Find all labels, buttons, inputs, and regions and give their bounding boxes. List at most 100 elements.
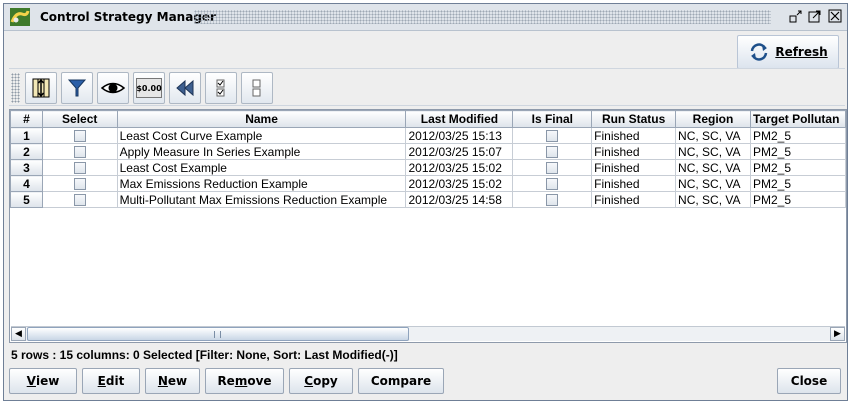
edit-button[interactable]: Edit xyxy=(82,368,140,394)
title-bar[interactable]: Control Strategy Manager xyxy=(4,4,847,31)
target-pollutant-cell[interactable]: PM2_5 xyxy=(749,175,846,192)
is-final-checkbox[interactable] xyxy=(546,162,559,175)
select-all-button[interactable] xyxy=(205,72,237,104)
table-status-text: 5 rows : 15 columns: 0 Selected [Filter:… xyxy=(11,348,398,362)
col-header-is-final[interactable]: Is Final xyxy=(512,110,593,128)
last-modified-cell[interactable]: 2012/03/25 15:13 xyxy=(405,127,514,144)
region-cell[interactable]: NC, SC, VA xyxy=(675,127,751,144)
view-label: iew xyxy=(35,374,60,388)
rewind-button[interactable] xyxy=(169,72,201,104)
remove-label-start: Re xyxy=(217,374,235,388)
is-final-cell xyxy=(512,143,593,160)
run-status-cell[interactable]: Finished xyxy=(591,175,677,192)
is-final-checkbox[interactable] xyxy=(546,130,559,143)
view-eye-button[interactable] xyxy=(97,72,129,104)
is-final-checkbox[interactable] xyxy=(546,194,559,207)
last-modified-cell[interactable]: 2012/03/25 15:02 xyxy=(405,159,514,176)
select-cell xyxy=(41,127,118,144)
col-header-last-modified[interactable]: Last Modified xyxy=(405,110,514,128)
select-checkbox[interactable] xyxy=(73,130,86,143)
close-label: Close xyxy=(790,374,828,388)
compare-button[interactable]: Compare xyxy=(358,368,444,394)
close-button[interactable]: Close xyxy=(777,368,841,394)
refresh-button[interactable]: Refresh xyxy=(737,35,839,69)
is-final-cell xyxy=(512,159,593,176)
is-final-checkbox[interactable] xyxy=(546,178,559,191)
table-row[interactable]: 2 Apply Measure In Series Example 2012/0… xyxy=(10,143,846,160)
window-title: Control Strategy Manager xyxy=(40,10,216,24)
view-button[interactable]: View xyxy=(9,368,77,394)
col-header-target-pollutant[interactable]: Target Pollutan xyxy=(749,110,846,128)
region-cell[interactable]: NC, SC, VA xyxy=(675,143,751,160)
select-checkbox[interactable] xyxy=(73,178,86,191)
name-cell[interactable]: Apply Measure In Series Example xyxy=(116,143,407,160)
row-number: 2 xyxy=(10,143,43,160)
top-actions-area: Refresh xyxy=(4,32,847,70)
app-logo-icon xyxy=(10,8,30,26)
money-icon: $0.00 xyxy=(136,78,162,98)
row-number: 5 xyxy=(10,191,43,208)
name-cell[interactable]: Least Cost Curve Example xyxy=(116,127,407,144)
last-modified-cell[interactable]: 2012/03/25 15:02 xyxy=(405,175,514,192)
close-window-icon[interactable] xyxy=(828,9,842,23)
scrollbar-thumb[interactable] xyxy=(27,327,409,341)
table-row[interactable]: 5 Multi-Pollutant Max Emissions Reductio… xyxy=(10,191,846,208)
select-cell xyxy=(41,191,118,208)
bottom-button-bar: View Edit New Re m ove Copy Compare Close xyxy=(4,364,847,400)
strategy-table: # Select Name Last Modified Is Final Run… xyxy=(9,109,847,343)
region-cell[interactable]: NC, SC, VA xyxy=(675,191,751,208)
run-status-cell[interactable]: Finished xyxy=(591,127,677,144)
table-row[interactable]: 1 Least Cost Curve Example 2012/03/25 15… xyxy=(10,127,846,144)
horizontal-scrollbar[interactable]: ◀ ▶ xyxy=(11,326,845,341)
row-number: 4 xyxy=(10,175,43,192)
name-cell[interactable]: Least Cost Example xyxy=(116,159,407,176)
table-header-row: # Select Name Last Modified Is Final Run… xyxy=(10,110,846,128)
edit-label: dit xyxy=(105,374,125,388)
select-checkbox[interactable] xyxy=(73,146,86,159)
select-checkbox[interactable] xyxy=(73,162,86,175)
eye-icon xyxy=(101,82,125,94)
run-status-cell[interactable]: Finished xyxy=(591,191,677,208)
new-label: ew xyxy=(167,374,188,388)
copy-button[interactable]: Copy xyxy=(289,368,353,394)
clear-selection-button[interactable] xyxy=(241,72,273,104)
new-button[interactable]: New xyxy=(145,368,200,394)
target-pollutant-cell[interactable]: PM2_5 xyxy=(749,191,846,208)
col-header-name[interactable]: Name xyxy=(116,110,407,128)
rewind-icon xyxy=(176,79,194,97)
table-row[interactable]: 3 Least Cost Example 2012/03/25 15:02 Fi… xyxy=(10,159,846,176)
is-final-cell xyxy=(512,191,593,208)
region-cell[interactable]: NC, SC, VA xyxy=(675,159,751,176)
target-pollutant-cell[interactable]: PM2_5 xyxy=(749,127,846,144)
row-number: 3 xyxy=(10,159,43,176)
table-row[interactable]: 4 Max Emissions Reduction Example 2012/0… xyxy=(10,175,846,192)
minimize-icon[interactable] xyxy=(789,9,803,23)
run-status-cell[interactable]: Finished xyxy=(591,159,677,176)
control-strategy-manager-window: Control Strategy Manager Refresh $0.00 #… xyxy=(3,3,848,401)
col-header-row-number[interactable]: # xyxy=(10,110,43,128)
last-modified-cell[interactable]: 2012/03/25 15:07 xyxy=(405,143,514,160)
is-final-cell xyxy=(512,127,593,144)
target-pollutant-cell[interactable]: PM2_5 xyxy=(749,159,846,176)
remove-button[interactable]: Re m ove xyxy=(205,368,284,394)
name-cell[interactable]: Max Emissions Reduction Example xyxy=(116,175,407,192)
maximize-icon[interactable] xyxy=(808,9,822,23)
select-cell xyxy=(41,175,118,192)
col-header-run-status[interactable]: Run Status xyxy=(591,110,677,128)
run-status-cell[interactable]: Finished xyxy=(591,143,677,160)
sort-columns-button[interactable] xyxy=(25,72,57,104)
col-header-select[interactable]: Select xyxy=(41,110,118,128)
last-modified-cell[interactable]: 2012/03/25 14:58 xyxy=(405,191,514,208)
filter-button[interactable] xyxy=(61,72,93,104)
scroll-left-icon[interactable]: ◀ xyxy=(11,327,26,341)
region-cell[interactable]: NC, SC, VA xyxy=(675,175,751,192)
scroll-right-icon[interactable]: ▶ xyxy=(830,327,845,341)
is-final-checkbox[interactable] xyxy=(546,146,559,159)
name-cell[interactable]: Multi-Pollutant Max Emissions Reduction … xyxy=(116,191,407,208)
target-pollutant-cell[interactable]: PM2_5 xyxy=(749,143,846,160)
toolbar-grip[interactable] xyxy=(11,73,20,103)
select-checkbox[interactable] xyxy=(73,194,86,207)
cost-button[interactable]: $0.00 xyxy=(133,72,165,104)
col-header-region[interactable]: Region xyxy=(675,110,751,128)
is-final-cell xyxy=(512,175,593,192)
